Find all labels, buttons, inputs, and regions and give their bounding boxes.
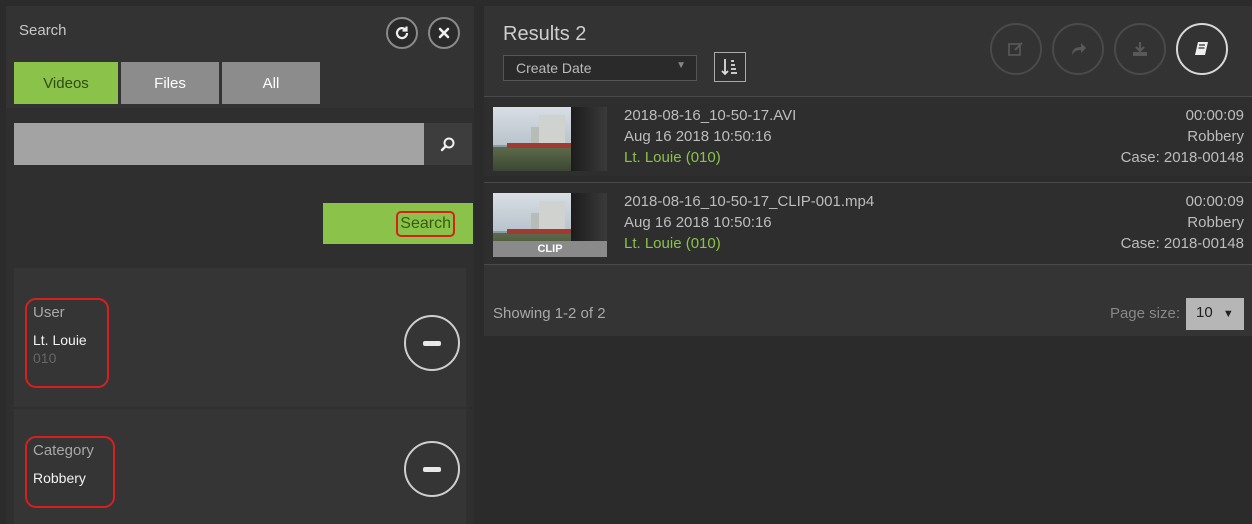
share-icon	[1072, 43, 1086, 55]
refresh-icon	[395, 26, 409, 40]
filter-user-box: User Lt. Louie 010	[25, 298, 109, 388]
filter-user-label: User	[33, 304, 65, 321]
search-icon	[440, 137, 455, 152]
chevron-down-icon: ▼	[676, 60, 686, 71]
search-submit-button[interactable]	[424, 123, 472, 165]
result-user: Lt. Louie (010)	[624, 235, 721, 252]
result-date: Aug 16 2018 10:50:16	[624, 214, 772, 231]
results-panel: Results 2 Create Date ▼ 2018-08-16_10-50…	[484, 6, 1252, 524]
close-icon	[438, 27, 450, 39]
filter-user-value: Lt. Louie	[33, 332, 87, 348]
filter-category-label: Category	[33, 442, 94, 459]
search-row	[14, 123, 472, 165]
share-button[interactable]	[1052, 23, 1104, 75]
edit-icon	[1008, 42, 1023, 56]
download-button[interactable]	[1114, 23, 1166, 75]
remove-category-filter-button[interactable]	[404, 441, 460, 497]
book-icon	[1195, 42, 1208, 55]
filter-category-value: Robbery	[33, 470, 86, 486]
result-duration: 00:00:09	[1185, 193, 1244, 210]
tab-videos[interactable]: Videos	[14, 62, 118, 104]
edit-button[interactable]	[990, 23, 1042, 75]
sort-select[interactable]: Create Date ▼	[503, 55, 697, 81]
video-thumbnail[interactable]	[493, 107, 607, 171]
download-icon	[1133, 42, 1147, 56]
filter-user-id: 010	[33, 350, 57, 366]
page-size-select[interactable]: 10 ▼	[1186, 298, 1244, 330]
search-panel-title: Search	[19, 22, 67, 39]
book-button[interactable]	[1176, 23, 1228, 75]
result-case: Case: 2018-00148	[1120, 149, 1244, 166]
showing-count: Showing 1-2 of 2	[493, 305, 606, 322]
result-category: Robbery	[1187, 128, 1244, 145]
sort-order-icon	[721, 59, 737, 76]
refresh-button[interactable]	[386, 17, 418, 49]
search-button[interactable]: Search	[323, 203, 473, 244]
sort-select-value: Create Date	[516, 60, 592, 76]
result-user: Lt. Louie (010)	[624, 149, 721, 166]
filter-user: User Lt. Louie 010	[14, 268, 466, 407]
result-filename[interactable]: 2018-08-16_10-50-17_CLIP-001.mp4	[624, 191, 874, 212]
result-filename[interactable]: 2018-08-16_10-50-17.AVI	[624, 105, 796, 126]
results-footer: Showing 1-2 of 2 Page size: 10 ▼	[484, 264, 1252, 336]
remove-user-filter-button[interactable]	[404, 315, 460, 371]
minus-icon	[423, 340, 441, 346]
results-title: Results 2	[503, 23, 587, 45]
filter-category: Category Robbery	[14, 409, 466, 524]
tab-files[interactable]: Files	[121, 62, 219, 104]
close-button[interactable]	[428, 17, 460, 49]
result-date: Aug 16 2018 10:50:16	[624, 128, 772, 145]
result-row[interactable]: CLIP 2018-08-16_10-50-17_CLIP-001.mp4 Au…	[484, 182, 1252, 264]
page-size-label: Page size:	[1109, 305, 1180, 322]
results-header: Results 2 Create Date ▼	[484, 6, 1252, 96]
video-thumbnail[interactable]: CLIP	[493, 193, 607, 257]
result-category: Robbery	[1187, 214, 1244, 231]
caret-down-icon: ▼	[1222, 308, 1234, 320]
filter-category-box: Category Robbery	[25, 436, 115, 508]
result-case: Case: 2018-00148	[1120, 235, 1244, 252]
search-panel: Search Videos Files All Search User Lt. …	[6, 6, 474, 524]
page-size-value: 10	[1196, 304, 1213, 321]
clip-badge: CLIP	[493, 241, 607, 257]
sort-order-button[interactable]	[714, 52, 746, 82]
search-input[interactable]	[14, 123, 424, 165]
search-panel-header: Search Videos Files All	[6, 6, 474, 108]
result-row[interactable]: 2018-08-16_10-50-17.AVI Aug 16 2018 10:5…	[484, 96, 1252, 176]
search-button-label: Search	[396, 210, 455, 237]
minus-icon	[423, 466, 441, 472]
result-duration: 00:00:09	[1185, 107, 1244, 124]
tab-all[interactable]: All	[222, 62, 320, 104]
